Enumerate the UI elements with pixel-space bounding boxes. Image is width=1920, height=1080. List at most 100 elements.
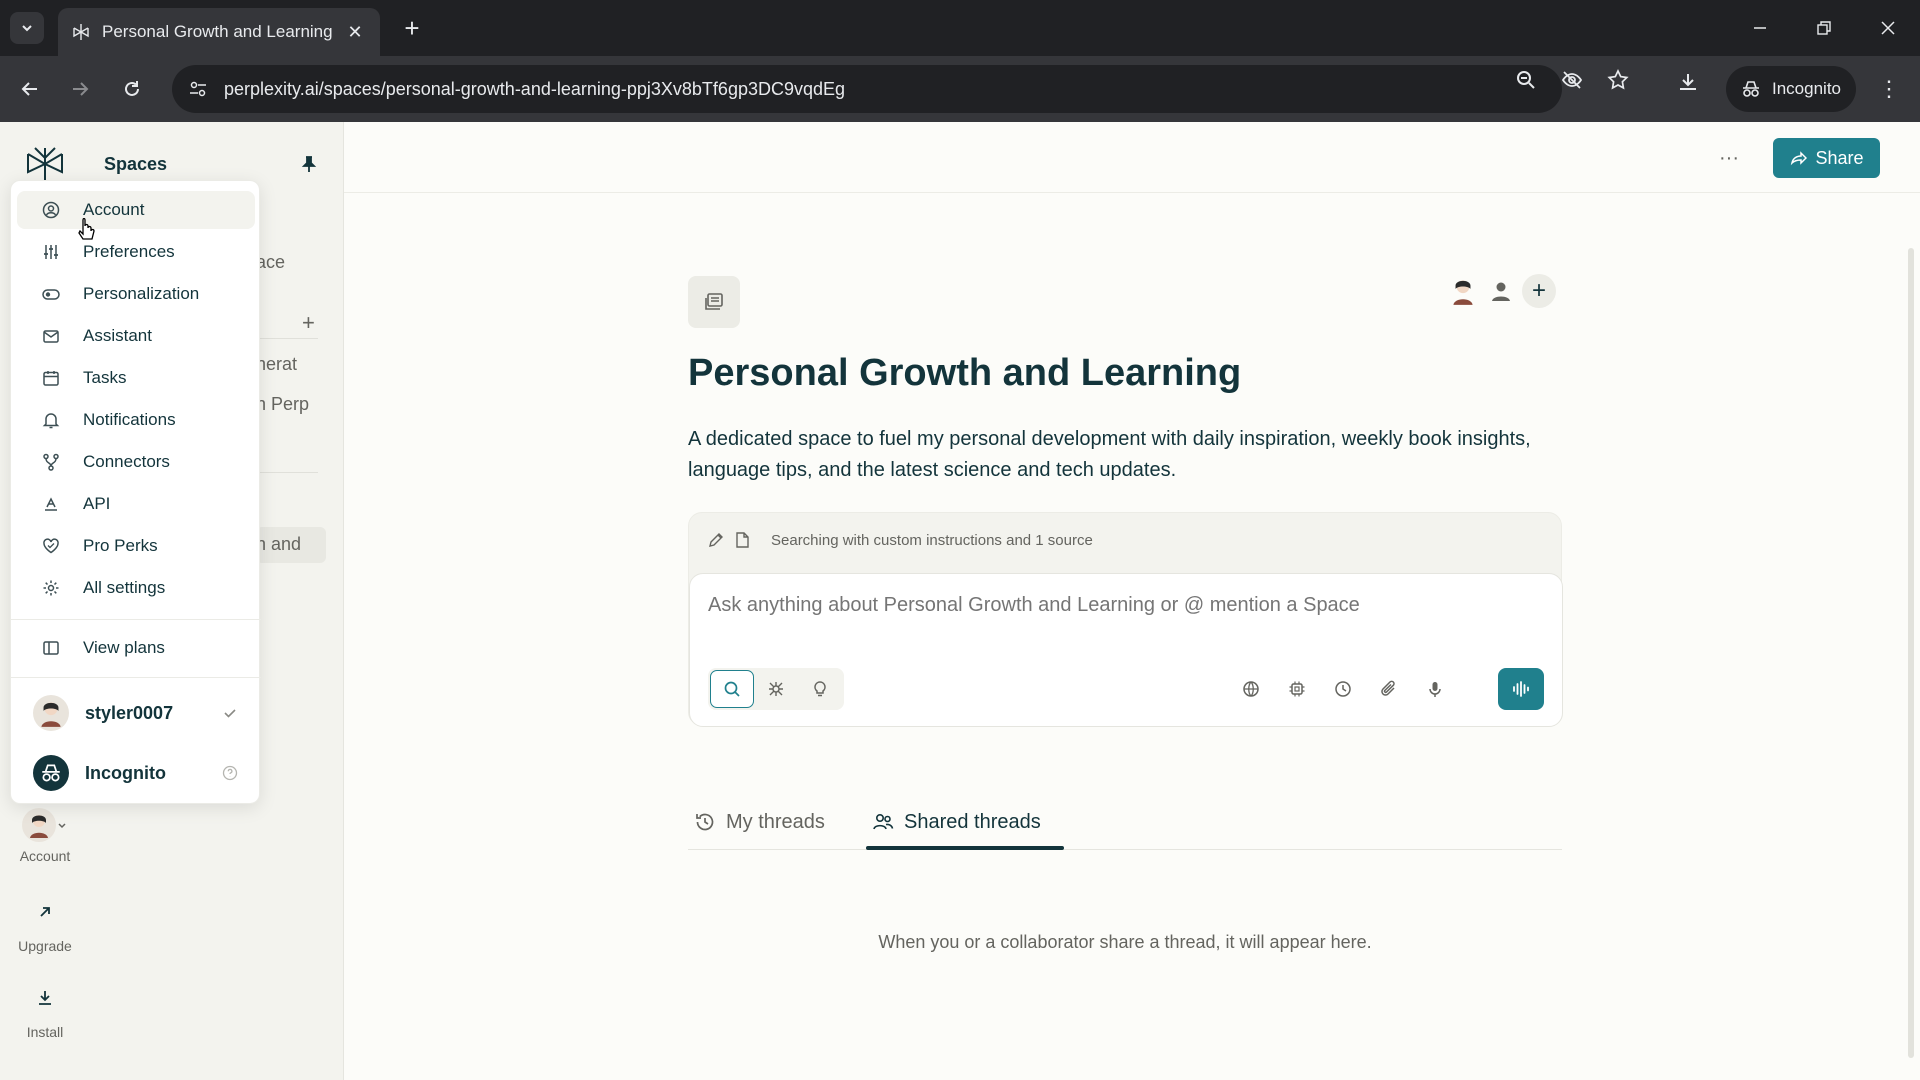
instructions-note[interactable]: Searching with custom instructions and 1… <box>707 531 1093 549</box>
sidebar-fragment[interactable]: ace <box>256 252 316 273</box>
sidebar-fragment[interactable]: nerat <box>256 354 308 375</box>
menu-item-connectors[interactable]: Connectors <box>17 443 255 481</box>
browser-menu-icon[interactable]: ⋮ <box>1874 74 1904 104</box>
restore-icon[interactable] <box>1804 12 1844 44</box>
menu-item-view-plans[interactable]: View plans <box>17 629 255 667</box>
rail-account[interactable]: Account <box>0 808 90 864</box>
incognito-icon <box>1743 81 1759 97</box>
search-card: Searching with custom instructions and 1… <box>688 512 1563 727</box>
connector-icon <box>41 452 61 472</box>
account-switch-incognito[interactable]: Incognito <box>17 748 255 798</box>
tab-search-button[interactable] <box>10 12 44 44</box>
toggle-icon <box>41 284 61 304</box>
menu-item-label: Assistant <box>83 326 152 345</box>
menu-item-api[interactable]: API <box>17 485 255 523</box>
check-icon <box>219 702 241 724</box>
bell-icon <box>41 410 61 430</box>
add-collaborator-button[interactable]: + <box>1522 274 1556 308</box>
users-icon <box>873 813 894 830</box>
menu-item-label: Notifications <box>83 410 176 429</box>
tab-title: Personal Growth and Learning <box>102 22 333 41</box>
browser-toolbar: perplexity.ai/spaces/personal-growth-and… <box>0 56 1920 122</box>
browser-tab-bar: Personal Growth and Learning ✕ + <box>0 0 1920 56</box>
arrow-up-right-icon <box>25 892 65 932</box>
menu-item-tasks[interactable]: Tasks <box>17 359 255 397</box>
avatar <box>22 808 56 842</box>
menu-item-label: View plans <box>83 638 165 657</box>
account-circle-icon <box>41 200 61 220</box>
share-button[interactable]: Share <box>1773 138 1880 178</box>
sidebar-fragment[interactable]: h Perp <box>256 394 312 415</box>
share-icon <box>1791 151 1808 166</box>
browser-tab[interactable]: Personal Growth and Learning ✕ <box>58 8 380 56</box>
query-input[interactable] <box>708 594 1528 617</box>
header-divider <box>344 192 1920 193</box>
page-title: Personal Growth and Learning <box>688 352 1242 394</box>
address-bar[interactable]: perplexity.ai/spaces/personal-growth-and… <box>172 65 1562 113</box>
rail-upgrade[interactable]: Upgrade <box>0 892 90 954</box>
globe-icon[interactable] <box>1236 674 1266 704</box>
space-icon[interactable] <box>688 276 740 328</box>
perplexity-favicon-icon <box>72 23 90 41</box>
menu-item-preferences[interactable]: Preferences <box>17 233 255 271</box>
api-icon <box>41 494 61 514</box>
labs-mode-button[interactable] <box>798 670 842 708</box>
more-options-icon[interactable]: ··· <box>1714 146 1744 170</box>
calendar-icon <box>41 368 61 388</box>
empty-state-message: When you or a collaborator share a threa… <box>878 932 1372 952</box>
menu-item-assistant[interactable]: Assistant <box>17 317 255 355</box>
download-icon <box>25 978 65 1018</box>
edit-icon <box>709 533 723 547</box>
menu-item-account[interactable]: Account <box>17 191 255 229</box>
download-icon[interactable] <box>1674 68 1702 96</box>
thread-tabs: My threads Shared threads <box>688 794 1562 850</box>
tab-my-threads[interactable]: My threads <box>694 794 825 850</box>
forward-icon[interactable] <box>64 73 96 105</box>
site-settings-icon[interactable] <box>184 75 212 103</box>
zoom-icon[interactable] <box>1512 66 1540 94</box>
bookmark-star-icon[interactable] <box>1604 66 1632 94</box>
avatar <box>33 695 69 731</box>
voice-mode-button[interactable] <box>1498 668 1544 710</box>
perplexity-logo-icon[interactable] <box>24 146 66 182</box>
account-switch-styler0007[interactable]: styler0007 <box>17 688 255 738</box>
microphone-icon[interactable] <box>1420 674 1450 704</box>
menu-item-label: API <box>83 494 111 513</box>
minimize-icon[interactable] <box>1740 12 1780 44</box>
menu-item-all-settings[interactable]: All settings <box>17 569 255 607</box>
tab-shared-threads[interactable]: Shared threads <box>872 794 1041 850</box>
avatar[interactable] <box>1446 274 1480 308</box>
rail-install[interactable]: Install <box>0 978 90 1040</box>
tab-label: My threads <box>726 810 825 833</box>
search-mode-button[interactable] <box>710 670 754 708</box>
scrollbar[interactable] <box>1908 248 1914 1058</box>
research-mode-button[interactable] <box>754 670 798 708</box>
incognito-indicator[interactable]: Incognito <box>1726 66 1856 112</box>
collection-icon <box>705 293 723 310</box>
clock-icon[interactable] <box>1328 674 1358 704</box>
menu-item-notifications[interactable]: Notifications <box>17 401 255 439</box>
sidebar-fragment[interactable]: h and <box>256 534 308 555</box>
account-name: styler0007 <box>85 702 174 723</box>
add-icon[interactable]: + <box>302 310 315 336</box>
back-icon[interactable] <box>14 73 46 105</box>
rail-install-label: Install <box>26 1024 64 1040</box>
new-tab-button[interactable]: + <box>396 12 428 44</box>
mail-icon <box>41 326 61 346</box>
menu-item-label: Connectors <box>83 452 170 471</box>
help-icon[interactable] <box>219 762 241 784</box>
divider <box>256 338 318 339</box>
menu-item-pro-perks[interactable]: Pro Perks <box>17 527 255 565</box>
close-window-icon[interactable] <box>1868 12 1908 44</box>
search-mode-selector <box>708 668 844 710</box>
eye-off-icon[interactable] <box>1558 66 1586 94</box>
pin-icon[interactable] <box>300 155 318 173</box>
reload-icon[interactable] <box>116 73 148 105</box>
menu-divider <box>11 619 261 620</box>
cpu-model-icon[interactable] <box>1282 674 1312 704</box>
rail-account-label: Account <box>19 848 71 864</box>
menu-item-personalization[interactable]: Personalization <box>17 275 255 313</box>
close-tab-icon[interactable]: ✕ <box>344 22 366 43</box>
paperclip-icon[interactable] <box>1374 674 1404 704</box>
user-icon[interactable] <box>1484 274 1518 308</box>
